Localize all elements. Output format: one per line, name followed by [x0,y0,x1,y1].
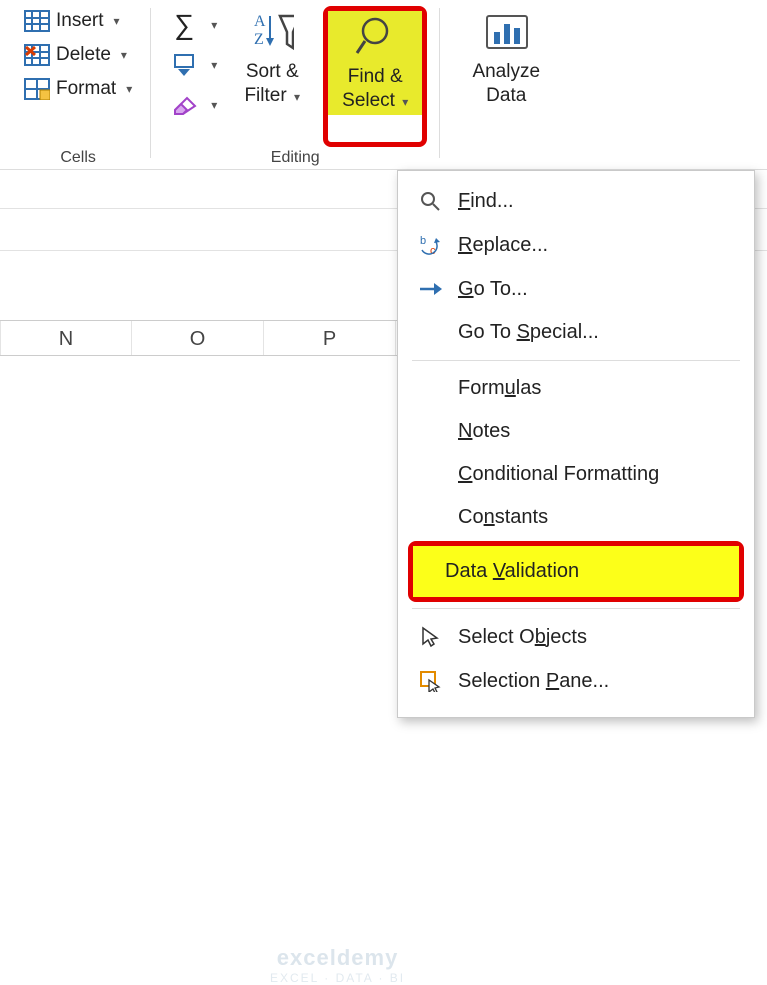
sort-filter-icon: A Z [250,10,294,54]
cursor-icon [416,625,444,649]
chevron-down-icon: ▾ [207,58,217,72]
menu-notes-label: Notes [458,420,510,443]
menu-select-objects-label: Select Objects [458,626,587,649]
column-header-o[interactable]: O [132,321,264,355]
analyze-label-2: Data [486,84,526,108]
find-select-label-1: Find & [348,65,403,89]
analysis-group-label [504,147,508,167]
menu-replace-label: Replace... [458,234,548,257]
autosum-button[interactable]: ∑ ▾ [163,8,221,42]
replace-icon: bc [416,233,444,257]
menu-goto-special[interactable]: Go To Special... [398,311,754,354]
chevron-down-icon: ▾ [122,82,132,96]
watermark-sub: EXCEL · DATA · BI [270,971,405,985]
search-icon [416,189,444,213]
insert-label: Insert [56,10,104,32]
chevron-down-icon: ▾ [207,98,217,112]
svg-text:A: A [254,13,266,30]
watermark: exceldemy EXCEL · DATA · BI [270,945,405,985]
menu-goto-label: Go To... [458,278,528,301]
insert-icon [24,10,50,32]
format-label: Format [56,78,116,100]
menu-formulas-label: Formulas [458,377,541,400]
analyze-data-button[interactable]: Analyze Data [452,6,560,147]
menu-separator [412,360,740,361]
menu-selection-pane-label: Selection Pane... [458,670,609,693]
clear-button[interactable]: ▾ [163,88,221,122]
sort-filter-label-1: Sort & [246,60,299,84]
delete-button[interactable]: Delete ▾ [18,40,138,70]
menu-find-label: Find... [458,190,514,213]
delete-icon [24,44,50,66]
group-separator [150,8,151,158]
editing-group-label: Editing [271,147,320,167]
svg-text:b: b [420,235,426,247]
ribbon: Insert ▾ Delete ▾ Format ▾ [0,0,767,170]
analyze-label-1: Analyze [472,60,540,84]
menu-select-objects[interactable]: Select Objects [398,615,754,659]
menu-constants[interactable]: Constants [398,496,754,539]
spreadsheet-area: N O P Find... bc Replace... Go To... Go … [0,170,767,854]
chevron-down-icon: ▾ [207,18,217,32]
arrow-right-icon [416,277,444,301]
menu-data-validation[interactable]: Data Validation [413,546,739,597]
find-select-menu: Find... bc Replace... Go To... Go To Spe… [397,170,755,718]
menu-formulas[interactable]: Formulas [398,367,754,410]
format-icon [24,78,50,100]
sort-filter-button[interactable]: A Z Sort & Filter ▾ [227,6,317,147]
watermark-brand: exceldemy [277,945,399,971]
analyze-data-icon [484,10,528,54]
sigma-icon: ∑ [167,10,201,40]
sort-filter-label-2: Filter [244,85,286,106]
cells-group-label: Cells [60,147,96,167]
analysis-group: Analyze Data [452,6,560,169]
cells-group: Insert ▾ Delete ▾ Format ▾ [18,6,138,169]
menu-cond-fmt-label: Conditional Formatting [458,463,659,486]
group-separator [439,8,440,158]
cells-column: Insert ▾ Delete ▾ Format ▾ [18,6,138,147]
menu-constants-label: Constants [458,506,548,529]
column-headers: N O P [0,320,397,356]
menu-find[interactable]: Find... [398,179,754,223]
magnifier-icon [353,15,397,59]
delete-label: Delete [56,44,111,66]
format-button[interactable]: Format ▾ [18,74,138,104]
chevron-down-icon: ▾ [395,95,408,109]
menu-goto-special-label: Go To Special... [458,321,599,344]
find-select-button[interactable]: Find & Select ▾ [328,11,422,115]
selection-pane-icon [416,669,444,693]
menu-conditional-formatting[interactable]: Conditional Formatting [398,453,754,496]
data-validation-highlight: Data Validation [408,541,744,602]
column-header-n[interactable]: N [0,321,132,355]
find-select-label-2: Select [342,90,395,111]
editing-group: ∑ ▾ ▾ ▾ [163,6,427,169]
menu-notes[interactable]: Notes [398,410,754,453]
chevron-down-icon: ▾ [117,48,127,62]
menu-data-validation-label: Data Validation [445,560,579,583]
menu-goto[interactable]: Go To... [398,267,754,311]
find-select-highlight: Find & Select ▾ [323,6,427,147]
menu-replace[interactable]: bc Replace... [398,223,754,267]
insert-button[interactable]: Insert ▾ [18,6,138,36]
column-header-p[interactable]: P [264,321,396,355]
menu-separator [412,608,740,609]
menu-selection-pane[interactable]: Selection Pane... [398,659,754,703]
editing-tools-column: ∑ ▾ ▾ ▾ [163,6,221,147]
fill-down-icon [167,50,201,80]
eraser-icon [167,90,201,120]
fill-button[interactable]: ▾ [163,48,221,82]
chevron-down-icon: ▾ [110,14,120,28]
svg-text:Z: Z [254,31,264,48]
chevron-down-icon: ▾ [287,90,300,104]
